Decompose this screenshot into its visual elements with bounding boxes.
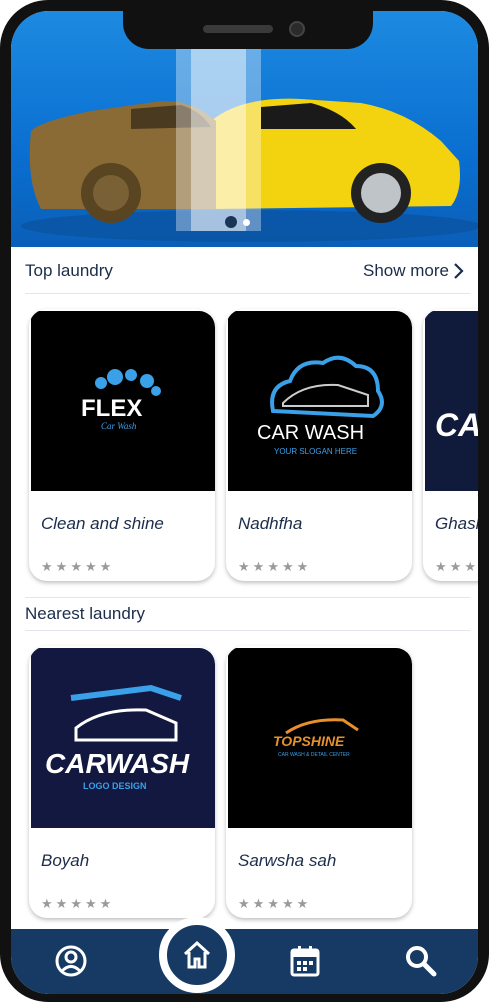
bottom-nav [11, 929, 478, 994]
nav-calendar[interactable] [285, 941, 325, 981]
laundry-logo: CAR WASH YOUR SLOGAN HERE [228, 311, 412, 491]
laundry-logo: CA [425, 311, 478, 491]
carousel-dot-active[interactable] [225, 216, 237, 228]
top-laundry-header: Top laundry Show more [25, 261, 465, 281]
phone-frame: Top laundry Show more FLEX Car Wash Clea… [0, 0, 489, 1002]
nav-search[interactable] [401, 941, 441, 981]
svg-text:CAR WASH: CAR WASH [257, 422, 364, 444]
laundry-logo: FLEX Car Wash [31, 311, 215, 491]
laundry-logo: CARWASH LOGO DESIGN [31, 648, 215, 828]
laundry-name: Ghash [435, 514, 478, 533]
section-title: Nearest laundry [25, 604, 146, 623]
chevron-right-icon [454, 263, 464, 279]
rating-stars: ★★★★★ [41, 559, 112, 574]
carousel-dots[interactable] [225, 216, 250, 228]
svg-text:Car Wash: Car Wash [101, 421, 137, 431]
calendar-icon [290, 946, 320, 977]
laundry-name: Nadhfha [238, 514, 303, 533]
svg-text:CARWASH: CARWASH [45, 748, 190, 779]
svg-text:YOUR SLOGAN HERE: YOUR SLOGAN HERE [274, 447, 357, 456]
rating-stars: ★★★★★ [435, 559, 476, 574]
svg-text:CA: CA [435, 407, 478, 443]
svg-text:FLEX: FLEX [81, 395, 142, 422]
section-title: Top laundry [25, 261, 113, 280]
laundry-card[interactable]: FLEX Car Wash Clean and shine ★ ★ ★ ★ ★ [29, 309, 215, 581]
rating-stars: ★★★★★ [238, 559, 309, 574]
home-icon [183, 940, 211, 969]
rating-stars: ★★★★★ [238, 896, 309, 911]
carousel-dot[interactable] [243, 218, 250, 226]
svg-text:CAR WASH & DETAIL CENTER: CAR WASH & DETAIL CENTER [278, 752, 350, 758]
svg-text:TOPSHINE: TOPSHINE [273, 733, 345, 749]
nav-home[interactable] [159, 917, 235, 993]
nav-profile[interactable] [51, 941, 91, 981]
rating-stars: ★★★★★ [41, 896, 112, 911]
notch [123, 11, 373, 49]
laundry-name: Clean and shine [41, 514, 164, 533]
app-screen: Top laundry Show more FLEX Car Wash Clea… [11, 11, 478, 994]
show-more-label: Show more [363, 261, 449, 280]
svg-text:LOGO DESIGN: LOGO DESIGN [83, 781, 147, 791]
show-more-link[interactable]: Show more [363, 261, 465, 281]
laundry-card[interactable]: TOPSHINE CAR WASH & DETAIL CENTER Sarwsh… [226, 646, 412, 918]
laundry-card[interactable]: CAR WASH YOUR SLOGAN HERE Nadhfha ★ ★ ★ ★ ★ [226, 309, 412, 581]
laundry-card[interactable]: CARWASH LOGO DESIGN Boyah ★ ★ ★ ★ ★ [29, 646, 215, 918]
laundry-logo: TOPSHINE CAR WASH & DETAIL CENTER [228, 648, 412, 828]
laundry-name: Sarwsha sah [238, 851, 337, 870]
divider [25, 630, 470, 631]
divider [25, 597, 470, 598]
laundry-card[interactable]: CA Ghash ★★★★★ [423, 309, 478, 581]
laundry-name: Boyah [41, 851, 90, 870]
profile-icon [55, 945, 87, 977]
search-icon [406, 946, 437, 977]
divider [25, 293, 470, 294]
nearest-laundry-header: Nearest laundry [25, 604, 465, 624]
